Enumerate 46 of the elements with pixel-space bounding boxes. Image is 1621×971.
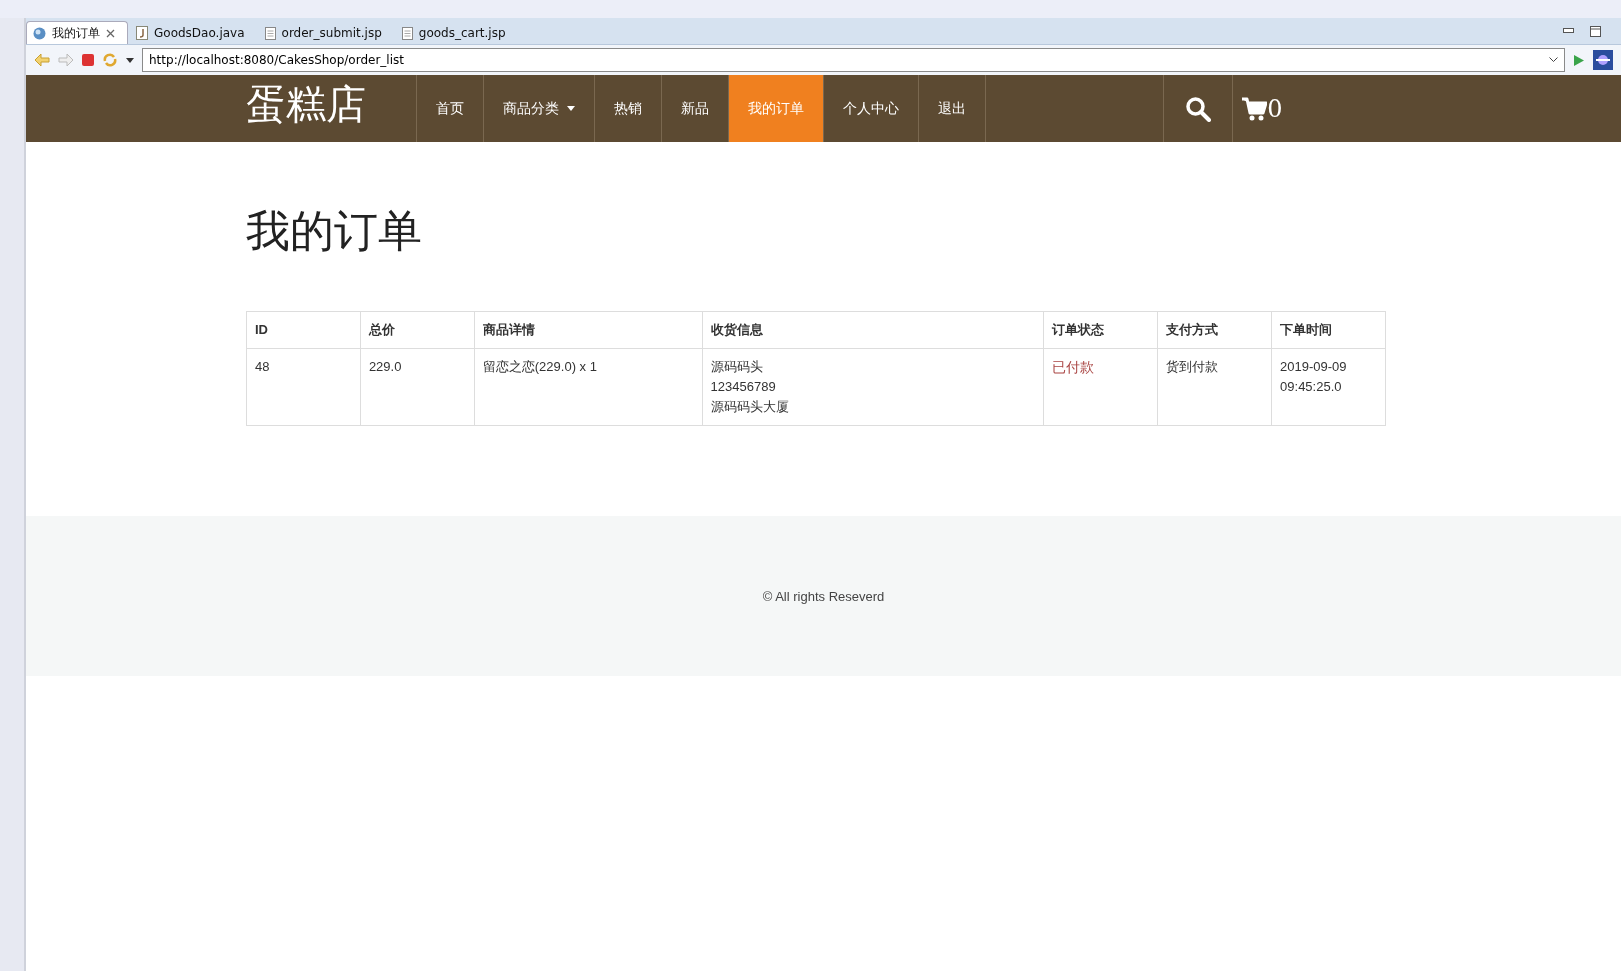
column-header: 订单状态 xyxy=(1043,311,1158,349)
page-title: 我的订单 xyxy=(246,204,423,258)
table-cell-line: 123456789 xyxy=(710,378,777,396)
column-header: 支付方式 xyxy=(1157,311,1272,349)
close-icon[interactable] xyxy=(106,28,115,38)
column-header: 收货信息 xyxy=(702,311,1044,349)
address-field[interactable]: http://localhost:8080/CakesShop/order_list xyxy=(142,48,1565,72)
file-icon xyxy=(264,26,276,40)
editor-tab[interactable]: goods_cart.jsp xyxy=(395,22,518,44)
editor-tab[interactable]: 我的订单 xyxy=(26,21,128,44)
table-cell: 货到付款 xyxy=(1157,348,1272,426)
caret-icon xyxy=(567,106,575,111)
table-cell: 留恋之恋(229.0) x 1 xyxy=(474,348,703,426)
column-header: 总价 xyxy=(360,311,475,349)
globe-icon xyxy=(33,26,46,40)
file-icon xyxy=(401,26,413,40)
dropdown-caret-icon[interactable] xyxy=(1549,57,1558,63)
order-status: 已付款 xyxy=(1052,359,1095,375)
table-cell-line: 09:45:25.0 xyxy=(1280,378,1343,396)
editor-tab[interactable]: GoodsDao.java xyxy=(130,22,257,44)
table-cell-line: 源码码头大厦 xyxy=(710,398,790,416)
site-logo[interactable]: 蛋糕店 xyxy=(246,75,416,142)
java-file-icon xyxy=(136,26,148,40)
cart-button[interactable]: 0 xyxy=(1233,75,1291,142)
browser-icon[interactable] xyxy=(1593,50,1613,70)
caret-icon[interactable] xyxy=(126,57,134,63)
nav-link[interactable]: 商品分类 xyxy=(484,75,595,142)
minimize-icon[interactable] xyxy=(1563,28,1574,34)
stop-icon[interactable] xyxy=(82,54,94,66)
column-header: ID xyxy=(246,311,361,349)
editor-tab[interactable]: order_submit.jsp xyxy=(258,22,394,44)
maximize-icon[interactable] xyxy=(1590,25,1601,37)
copyright-text: © All rights Reseverd xyxy=(762,588,885,604)
search-icon xyxy=(1185,95,1211,122)
nav-link[interactable]: 退出 xyxy=(919,75,986,142)
table-cell-line: 2019-09-09 xyxy=(1280,358,1348,376)
nav-link[interactable]: 个人中心 xyxy=(824,75,919,142)
nav-link[interactable]: 热销 xyxy=(595,75,662,142)
go-icon[interactable] xyxy=(1573,53,1585,67)
table-cell-line: 源码码头 xyxy=(710,358,764,376)
column-header: 下单时间 xyxy=(1271,311,1386,349)
column-header: 商品详情 xyxy=(474,311,703,349)
table-cell: 229.0 xyxy=(360,348,475,426)
cart-icon xyxy=(1241,95,1268,122)
nav-link[interactable]: 首页 xyxy=(417,75,484,142)
table-cell: 48 xyxy=(246,348,361,426)
